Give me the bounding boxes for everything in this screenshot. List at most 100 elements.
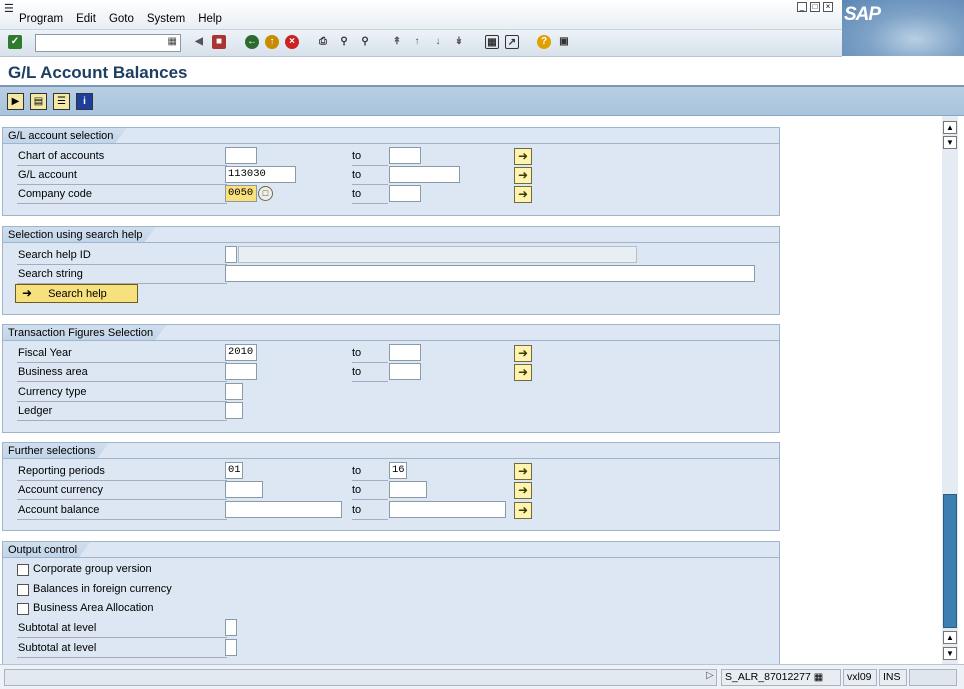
selection-options-icon[interactable]: ☰ xyxy=(53,93,70,110)
business-area-to[interactable] xyxy=(389,363,421,380)
chart-of-accounts-from[interactable] xyxy=(225,147,257,164)
prev-page-icon[interactable]: ↑ xyxy=(410,35,424,49)
back-icon[interactable]: ← xyxy=(245,35,259,49)
multiple-selection-icon[interactable]: ➜ xyxy=(514,345,532,362)
multiple-selection-icon[interactable]: ➜ xyxy=(514,148,532,165)
save-icon[interactable]: ■ xyxy=(212,35,226,49)
reporting-periods-to[interactable]: 16 xyxy=(389,462,407,479)
foreign-currency-checkbox[interactable] xyxy=(17,584,29,596)
subtotal-level-input[interactable] xyxy=(225,619,237,636)
minimize-icon[interactable]: _ xyxy=(797,2,807,12)
last-page-icon[interactable]: ↡ xyxy=(452,35,466,49)
multiple-selection-icon[interactable]: ➜ xyxy=(514,364,532,381)
close-icon[interactable]: × xyxy=(823,2,833,12)
cancel-icon[interactable]: × xyxy=(285,35,299,49)
vertical-scrollbar[interactable]: ▲ ▼ ▲ ▼ xyxy=(942,116,958,664)
fiscal-year-to[interactable] xyxy=(389,344,421,361)
menu-bar: ☰ Program Edit Goto System Help _ □ × xyxy=(0,0,964,30)
resize-grip[interactable] xyxy=(909,669,957,686)
gl-account-from[interactable]: 113030 xyxy=(225,166,296,183)
output-control-group: Output control Corporate group version B… xyxy=(2,541,780,664)
find-icon[interactable]: ⚲ xyxy=(337,35,351,49)
menu-goto[interactable]: Goto xyxy=(109,13,134,25)
info-icon[interactable]: i xyxy=(76,93,93,110)
search-help-button[interactable]: ➜ Search help xyxy=(15,284,138,303)
menu-edit[interactable]: Edit xyxy=(76,13,96,25)
scroll-thumb[interactable] xyxy=(943,494,957,628)
scroll-down-icon[interactable]: ▼ xyxy=(943,647,957,660)
value-help-icon[interactable]: □ xyxy=(258,186,273,201)
search-help-description xyxy=(238,246,637,263)
search-help-id-input[interactable] xyxy=(225,246,237,263)
command-history-icon[interactable]: ▦ xyxy=(168,36,177,47)
account-currency-to[interactable] xyxy=(389,481,427,498)
field-label: Subtotal at level xyxy=(17,642,227,658)
find-next-icon[interactable]: ⚲ xyxy=(358,35,372,49)
company-code-from[interactable]: 0050 xyxy=(225,185,257,202)
business-area-allocation-checkbox[interactable] xyxy=(17,603,29,615)
field-label: Search string xyxy=(17,268,227,284)
to-label: to xyxy=(352,366,388,382)
page-title: G/L Account Balances xyxy=(8,63,188,82)
execute-icon[interactable]: ▶ xyxy=(7,93,24,110)
scroll-up-icon[interactable]: ▲ xyxy=(943,121,957,134)
group-title: Further selections xyxy=(3,442,109,458)
first-page-icon[interactable]: ↟ xyxy=(390,35,404,49)
ledger-input[interactable] xyxy=(225,402,243,419)
company-code-to[interactable] xyxy=(389,185,421,202)
session-info-icon[interactable]: ▦ xyxy=(814,672,823,683)
arrow-right-icon: ➜ xyxy=(22,286,33,300)
currency-type-input[interactable] xyxy=(225,383,243,400)
system-menu-icon[interactable]: ☰ xyxy=(4,2,14,15)
get-variant-icon[interactable]: ▤ xyxy=(30,93,47,110)
business-area-from[interactable] xyxy=(225,363,257,380)
checkbox-label: Balances in foreign currency xyxy=(33,583,172,595)
field-label: G/L account xyxy=(17,169,227,185)
shortcut-icon[interactable]: ↗ xyxy=(505,35,519,49)
multiple-selection-icon[interactable]: ➜ xyxy=(514,167,532,184)
chart-of-accounts-to[interactable] xyxy=(389,147,421,164)
search-help-group: Selection using search help Search help … xyxy=(2,226,780,315)
status-toggle-icon[interactable]: ▷ xyxy=(706,670,714,681)
help-icon[interactable]: ? xyxy=(537,35,551,49)
field-label: Currency type xyxy=(17,386,227,402)
field-label: Ledger xyxy=(17,405,227,421)
menu-program[interactable]: Program xyxy=(19,13,63,25)
account-balance-to[interactable] xyxy=(389,501,506,518)
menu-system[interactable]: System xyxy=(147,13,185,25)
fiscal-year-from[interactable]: 2010 xyxy=(225,344,257,361)
multiple-selection-icon[interactable]: ➜ xyxy=(514,186,532,203)
reporting-periods-from[interactable]: 01 xyxy=(225,462,243,479)
button-label: Search help xyxy=(48,288,107,300)
multiple-selection-icon[interactable]: ➜ xyxy=(514,502,532,519)
search-string-input[interactable] xyxy=(225,265,755,282)
field-label: Reporting periods xyxy=(17,465,227,481)
multiple-selection-icon[interactable]: ➜ xyxy=(514,463,532,480)
menu-help[interactable]: Help xyxy=(198,13,222,25)
gl-account-to[interactable] xyxy=(389,166,460,183)
new-session-icon[interactable]: ▦ xyxy=(485,35,499,49)
server-name: vxl09 xyxy=(843,669,877,686)
account-balance-from[interactable] xyxy=(225,501,342,518)
field-label: Business area xyxy=(17,366,227,382)
enter-icon[interactable]: ✓ xyxy=(8,35,22,49)
title-bar: G/L Account Balances xyxy=(0,57,964,87)
prev-icon[interactable]: ◀ xyxy=(192,35,206,49)
command-field[interactable]: ▦ xyxy=(35,34,181,52)
scroll-page-up-icon[interactable]: ▼ xyxy=(943,136,957,149)
business-area-allocation-row: Business Area Allocation xyxy=(17,600,317,619)
selection-screen: G/L account selection Chart of accounts … xyxy=(0,116,942,664)
print-icon[interactable]: ⎙ xyxy=(316,35,330,49)
exit-icon[interactable]: ↑ xyxy=(265,35,279,49)
multiple-selection-icon[interactable]: ➜ xyxy=(514,482,532,499)
further-selections-group: Further selections Reporting periods 01 … xyxy=(2,442,780,531)
field-label: Account balance xyxy=(17,504,227,520)
account-currency-from[interactable] xyxy=(225,481,263,498)
subtotal-level-input[interactable] xyxy=(225,639,237,656)
next-page-icon[interactable]: ↓ xyxy=(431,35,445,49)
restore-icon[interactable]: □ xyxy=(810,2,820,12)
corporate-group-version-checkbox[interactable] xyxy=(17,564,29,576)
to-label: to xyxy=(352,484,388,500)
layout-icon[interactable]: ▣ xyxy=(557,35,571,49)
scroll-page-down-icon[interactable]: ▲ xyxy=(943,631,957,644)
